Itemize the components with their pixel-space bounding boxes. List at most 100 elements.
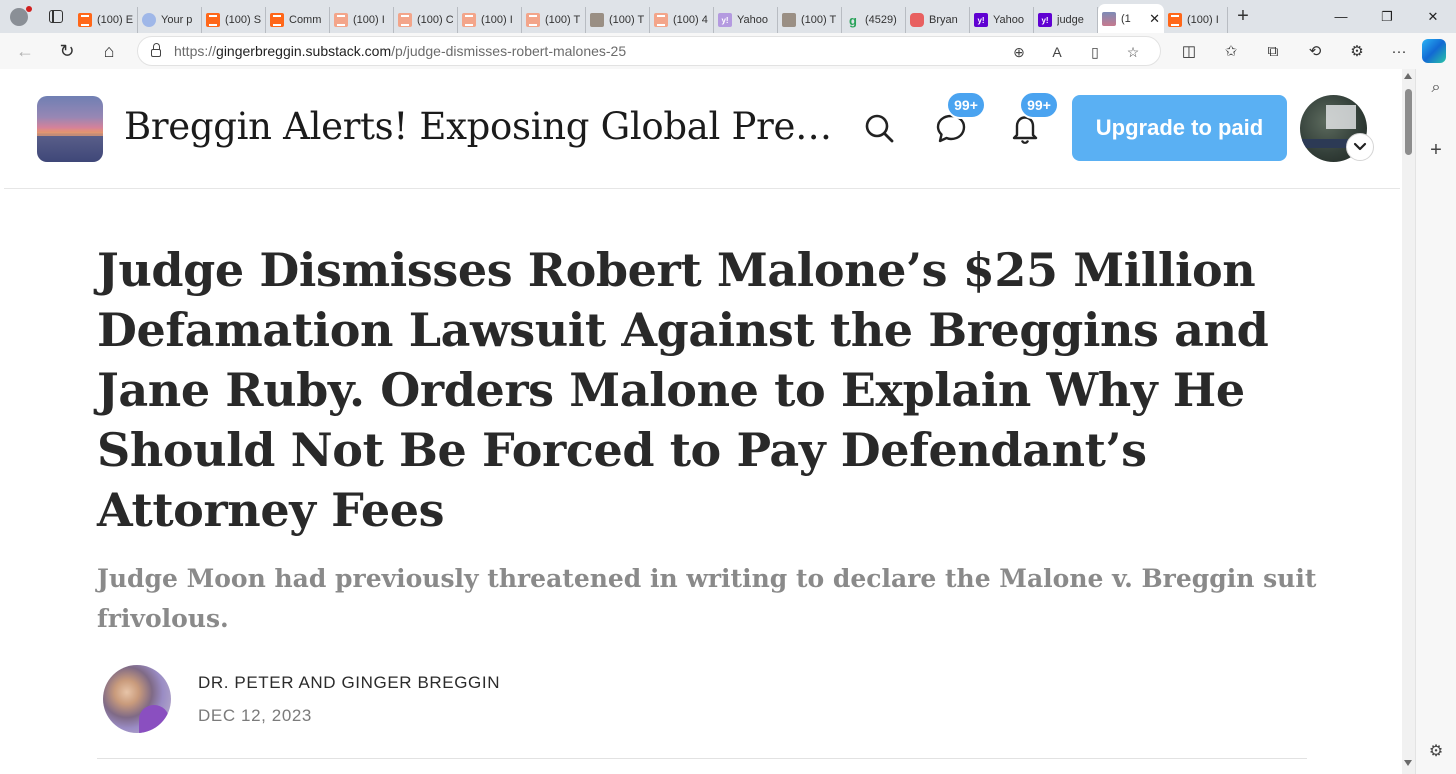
favorite-star-icon[interactable]: ☆ <box>1114 44 1152 61</box>
browser-tab[interactable]: y! judge <box>1034 7 1098 33</box>
history-icon[interactable]: ⟲ <box>1294 42 1336 60</box>
immersive-reader-icon[interactable]: ▯ <box>1076 44 1114 61</box>
tab-title: (100) I <box>481 14 513 26</box>
substack-pale-icon <box>654 13 668 27</box>
tab-title: (100) S <box>225 14 261 26</box>
yahoo-pale-icon: y! <box>718 13 732 27</box>
substack-icon <box>78 13 92 27</box>
substack-pale-icon <box>398 13 412 27</box>
browser-tab[interactable]: (100) T <box>522 7 586 33</box>
sidebar-settings-icon[interactable]: ⚙ <box>1416 741 1456 761</box>
browser-tab[interactable]: (100) T <box>778 7 842 33</box>
tab-active[interactable]: (1 ✕ <box>1098 4 1164 33</box>
substack-icon <box>206 13 220 27</box>
tab-title: Your p <box>161 14 193 26</box>
tab-title: judge <box>1057 14 1084 26</box>
chevron-down-icon <box>1353 142 1367 151</box>
more-menu-icon[interactable]: ··· <box>1378 43 1420 60</box>
browser-tab[interactable]: Comm <box>266 7 330 33</box>
sidebar-search-icon[interactable]: ⌕ <box>1416 79 1456 97</box>
new-tab-button[interactable]: + <box>1228 4 1258 30</box>
upgrade-to-paid-button[interactable]: Upgrade to paid <box>1072 95 1287 161</box>
back-button[interactable]: ← <box>4 33 46 69</box>
address-bar[interactable]: https://gingerbreggin.substack.com/p/jud… <box>137 36 1161 66</box>
scrollbar-thumb[interactable] <box>1405 89 1412 155</box>
home-button[interactable]: ⌂ <box>88 33 130 69</box>
tab-actions-icon <box>49 10 63 23</box>
youtube-icon <box>910 13 924 27</box>
browser-tab[interactable]: (100) I <box>330 7 394 33</box>
browser-tab[interactable]: (100) E <box>74 7 138 33</box>
copilot-icon <box>142 13 156 27</box>
maximize-button[interactable]: ❐ <box>1364 0 1410 33</box>
messages-badge: 99+ <box>946 91 986 119</box>
publication-header: Breggin Alerts! Exposing Global Pre… 99+… <box>4 69 1400 189</box>
tab-title: Bryan <box>929 14 958 26</box>
browser-tab[interactable]: y! Yahoo <box>970 7 1034 33</box>
read-aloud-icon[interactable]: A <box>1038 44 1076 60</box>
split-screen-icon[interactable]: ◫ <box>1168 42 1210 60</box>
search-icon[interactable] <box>862 111 896 145</box>
copilot-icon[interactable] <box>1422 39 1446 63</box>
browser-tab[interactable]: (100) S <box>202 7 266 33</box>
yahoo-icon: y! <box>974 13 988 27</box>
browser-tab[interactable]: Bryan <box>906 7 970 33</box>
g-icon: g <box>849 12 857 28</box>
tab-title: (100) 4 <box>673 14 708 26</box>
browser-tab[interactable]: g (4529) <box>842 7 906 33</box>
tab-title: Comm <box>289 14 322 26</box>
minimize-button[interactable]: — <box>1318 0 1364 33</box>
zoom-icon[interactable]: ⊕ <box>1000 44 1038 61</box>
divider <box>97 758 1307 759</box>
publication-name[interactable]: Breggin Alerts! Exposing Global Pre… <box>124 105 832 148</box>
tab-title: (100) C <box>417 14 453 26</box>
browser-tab[interactable]: (100) I <box>458 7 522 33</box>
tab-title: (100) T <box>801 14 837 26</box>
profile-button[interactable] <box>0 0 38 33</box>
substack-pale-icon <box>462 13 476 27</box>
author-name[interactable]: Dr. Peter and Ginger Breggin <box>198 673 500 693</box>
substack-pale-icon <box>526 13 540 27</box>
sidebar-add-icon[interactable]: + <box>1416 139 1456 162</box>
tab-actions-button[interactable] <box>38 0 74 33</box>
publication-logo[interactable] <box>37 96 103 162</box>
tab-strip: (100) E Your p (100) S Comm (100) I (100) C (1… <box>0 0 1456 33</box>
yahoo-icon: y! <box>1038 13 1052 27</box>
tab-title: (100) I <box>353 14 385 26</box>
tab-title: (4529) <box>865 14 897 26</box>
page-scrollbar[interactable] <box>1402 69 1415 774</box>
refresh-button[interactable]: ↻ <box>46 33 88 69</box>
post-title: Judge Dismisses Robert Malone’s $25 Mill… <box>97 243 1269 537</box>
tab-title: (100) T <box>545 14 581 26</box>
lock-icon[interactable] <box>138 43 174 57</box>
tab-title: (100) I <box>1187 14 1219 26</box>
close-tab-icon[interactable]: ✕ <box>1149 11 1160 27</box>
photo-icon <box>782 13 796 27</box>
scroll-up-icon[interactable] <box>1404 73 1412 79</box>
notification-dot <box>26 6 32 12</box>
photo-icon <box>590 13 604 27</box>
page-viewport: Breggin Alerts! Exposing Global Pre… 99+… <box>4 69 1415 774</box>
notifications-badge: 99+ <box>1019 91 1059 119</box>
tab-title: (1 <box>1121 12 1131 25</box>
browser-tab[interactable]: (100) C <box>394 7 458 33</box>
tab-title: (100) T <box>609 14 645 26</box>
tab-title: Yahoo <box>993 14 1024 26</box>
browser-sidebar: ⌕ + ⚙ <box>1415 69 1456 774</box>
navigation-bar: ← ↻ ⌂ https://gingerbreggin.substack.com… <box>0 33 1456 69</box>
close-window-button[interactable]: ✕ <box>1410 0 1456 33</box>
url-text[interactable]: https://gingerbreggin.substack.com/p/jud… <box>174 43 626 59</box>
browser-tab[interactable]: Your p <box>138 7 202 33</box>
browser-tab[interactable]: (100) 4 <box>650 7 714 33</box>
scroll-down-icon[interactable] <box>1404 760 1412 766</box>
browser-tab[interactable]: (100) I <box>1164 7 1228 33</box>
author-avatar[interactable] <box>103 665 171 733</box>
tab-title: Yahoo <box>737 14 768 26</box>
account-menu-button[interactable] <box>1346 133 1374 161</box>
collections-icon[interactable]: ⧉ <box>1252 43 1294 60</box>
tab-list: (100) E Your p (100) S Comm (100) I (100) C (1… <box>74 0 1228 33</box>
extensions-icon[interactable]: ⚙ <box>1336 42 1378 60</box>
browser-tab[interactable]: y! Yahoo <box>714 7 778 33</box>
favorites-icon[interactable]: ✩ <box>1210 42 1252 60</box>
browser-tab[interactable]: (100) T <box>586 7 650 33</box>
